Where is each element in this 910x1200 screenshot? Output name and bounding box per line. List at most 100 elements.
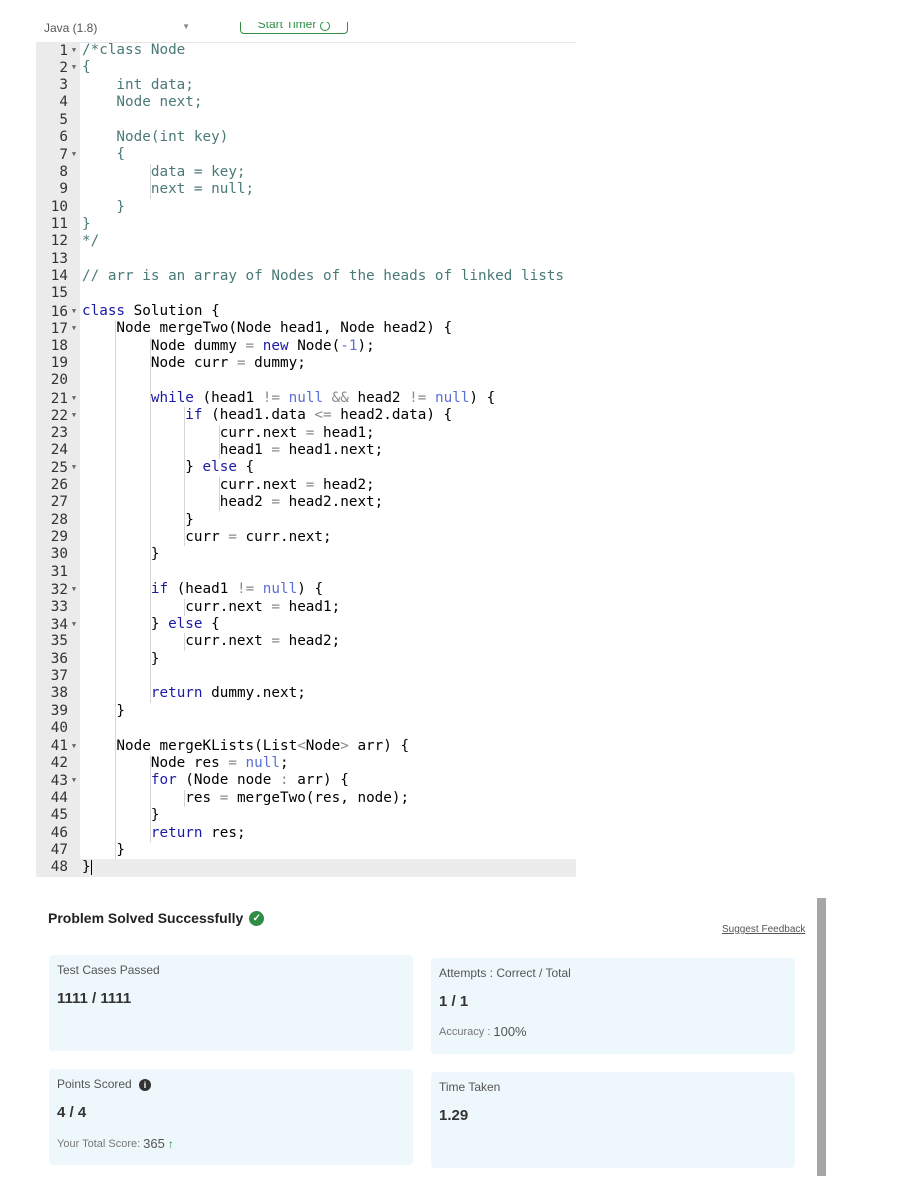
code-line-text: } else {: [82, 459, 254, 476]
code-line-text: return res;: [82, 825, 246, 842]
fold-arrow-icon[interactable]: ▼: [68, 146, 80, 163]
indent-guide: [115, 668, 117, 686]
code-line[interactable]: 44 res = mergeTwo(res, node);: [36, 789, 576, 808]
line-number: 38: [50, 685, 68, 702]
code-line[interactable]: 10 }: [36, 198, 576, 216]
code-line[interactable]: 30 }: [36, 546, 576, 564]
code-line[interactable]: 11}: [36, 215, 576, 234]
code-line[interactable]: 28 }: [36, 511, 576, 529]
chevron-down-icon: ▼: [182, 22, 190, 31]
code-line[interactable]: 15: [36, 285, 576, 303]
code-line[interactable]: 21 ▼ while (head1 != null && head2 != nul…: [36, 389, 576, 408]
code-line[interactable]: 35 curr.next = head2;: [36, 633, 576, 651]
code-line-text: curr.next = head2;: [82, 477, 375, 494]
code-token: {: [202, 615, 220, 632]
indent-guide: [149, 372, 151, 390]
code-line[interactable]: 26 curr.next = head2;: [36, 476, 576, 495]
test-cases-label: Test Cases Passed: [57, 963, 160, 977]
info-icon[interactable]: i: [139, 1078, 152, 1091]
code-token: Node mergeKLists(List: [82, 737, 298, 754]
code-token: Node dummy: [82, 337, 246, 354]
code-line-text: res = mergeTwo(res, node);: [82, 790, 409, 807]
code-token: curr.next: [82, 633, 272, 650]
fold-arrow-icon[interactable]: ▼: [68, 407, 80, 424]
fold-arrow-icon[interactable]: ▼: [68, 390, 80, 407]
code-line-text: Node next;: [82, 94, 202, 111]
code-editor[interactable]: Java (1.8) ▼ Start Timer 1 ▼/*class Node 2…: [36, 22, 576, 884]
code-line[interactable]: 45 }: [36, 807, 576, 825]
code-line[interactable]: 6 Node(int key): [36, 128, 576, 147]
code-line[interactable]: 34 ▼ } else {: [36, 615, 576, 634]
line-gutter: 11: [36, 215, 80, 234]
code-token: Node mergeTwo(Node head1, Node head2) {: [82, 320, 453, 337]
code-line[interactable]: 19 Node curr = dummy;: [36, 355, 576, 373]
fold-arrow-icon[interactable]: ▼: [68, 616, 80, 633]
code-line[interactable]: 42 Node res = null;: [36, 755, 576, 773]
code-line[interactable]: 46 return res;: [36, 824, 576, 842]
fold-arrow-icon[interactable]: ▼: [68, 772, 80, 789]
code-line[interactable]: 27 head2 = head2.next;: [36, 494, 576, 512]
code-line[interactable]: 18 Node dummy = new Node(-1);: [36, 337, 576, 356]
scrollbar[interactable]: [817, 898, 826, 1176]
code-line[interactable]: 7 ▼ {: [36, 146, 576, 164]
language-select[interactable]: Java (1.8) ▼: [44, 22, 192, 35]
code-line[interactable]: 2 ▼{: [36, 59, 576, 77]
code-line[interactable]: 39 }: [36, 702, 576, 721]
line-gutter: 15: [36, 285, 80, 303]
code-line[interactable]: 8 data = key;: [36, 163, 576, 182]
code-line[interactable]: 22 ▼ if (head1.data <= head2.data) {: [36, 407, 576, 425]
line-number: 34: [50, 616, 68, 633]
code-line[interactable]: 47 }: [36, 841, 576, 860]
code-line[interactable]: 37: [36, 668, 576, 686]
code-token: return: [150, 685, 203, 702]
code-line[interactable]: 3 int data;: [36, 76, 576, 95]
code-token: !=: [262, 389, 281, 406]
code-line[interactable]: 14 // arr is an array of Nodes of the hea…: [36, 268, 576, 286]
code-line[interactable]: 43 ▼ for (Node node : arr) {: [36, 772, 576, 790]
code-line[interactable]: 33 curr.next = head1;: [36, 598, 576, 616]
fold-arrow-icon[interactable]: ▼: [68, 459, 80, 476]
attempts-value: 1 / 1: [439, 993, 469, 1010]
line-gutter: 35: [36, 633, 80, 651]
line-gutter: 27: [36, 494, 80, 512]
code-line[interactable]: 40: [36, 720, 576, 738]
code-line[interactable]: 1 ▼/*class Node: [36, 42, 576, 60]
code-line[interactable]: 16 ▼ class Solution {: [36, 302, 576, 321]
code-line[interactable]: 38 return dummy.next;: [36, 685, 576, 703]
start-timer-button[interactable]: Start Timer: [240, 22, 348, 34]
fold-arrow-icon[interactable]: ▼: [68, 59, 80, 76]
code-line[interactable]: 13: [36, 250, 576, 269]
fold-arrow-icon[interactable]: ▼: [68, 303, 80, 320]
code-line[interactable]: 9 next = null;: [36, 181, 576, 199]
code-line[interactable]: 23 curr.next = head1;: [36, 424, 576, 442]
code-area[interactable]: 1 ▼/*class Node 2 ▼{3 int data; 4 Node next;…: [36, 42, 576, 877]
code-line[interactable]: 24 head1 = head1.next;: [36, 441, 576, 460]
code-line[interactable]: 31: [36, 563, 576, 582]
code-line[interactable]: 12 */: [36, 233, 576, 251]
code-line[interactable]: 4 Node next;: [36, 94, 576, 112]
line-number: 11: [50, 215, 68, 232]
code-line[interactable]: 25 ▼ } else {: [36, 459, 576, 477]
code-line[interactable]: 17 ▼ Node mergeTwo(Node head1, Node head2…: [36, 320, 576, 338]
fold-arrow-icon[interactable]: ▼: [68, 320, 80, 337]
fold-arrow-icon[interactable]: ▼: [68, 738, 80, 755]
code-line[interactable]: 41 ▼ Node mergeKLists(List<Node> arr) {: [36, 737, 576, 756]
code-line-text: class Solution {: [82, 303, 220, 320]
suggest-feedback-link[interactable]: Suggest Feedback: [722, 924, 805, 935]
code-line[interactable]: 20: [36, 372, 576, 390]
code-line-text: // arr is an array of Nodes of the heads…: [82, 268, 564, 285]
fold-arrow-icon[interactable]: ▼: [68, 581, 80, 598]
code-token: head1: [82, 441, 272, 458]
code-line[interactable]: 48}: [36, 859, 576, 877]
fold-arrow-icon[interactable]: ▼: [68, 42, 80, 59]
code-line[interactable]: 36 }: [36, 650, 576, 669]
code-token: =: [245, 337, 255, 354]
code-line[interactable]: 32 ▼ if (head1 != null) {: [36, 581, 576, 599]
line-number: 45: [50, 807, 68, 824]
code-line[interactable]: 29 curr = curr.next;: [36, 528, 576, 547]
code-line[interactable]: 5: [36, 111, 576, 129]
